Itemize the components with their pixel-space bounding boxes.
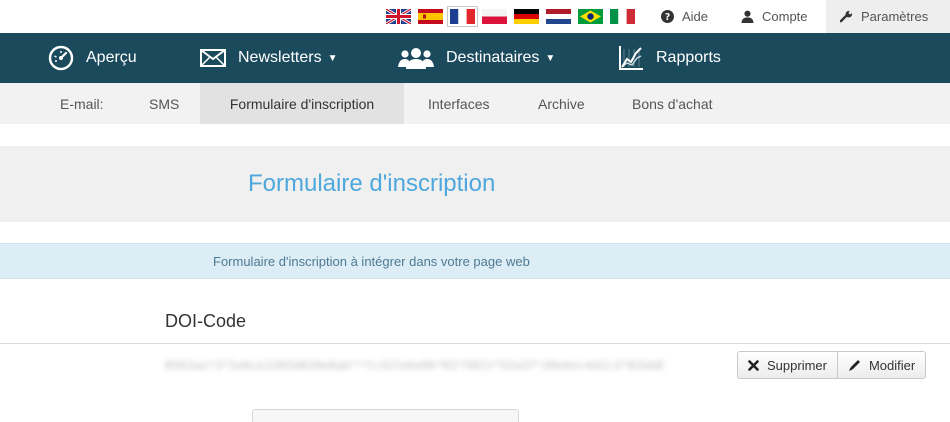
france-flag[interactable] <box>447 6 478 27</box>
help-label: Aide <box>682 9 709 24</box>
chevron-down-icon: ▼ <box>327 52 338 64</box>
brazil-flag[interactable] <box>578 9 603 24</box>
section-divider <box>0 343 950 344</box>
close-icon <box>748 359 759 371</box>
user-icon <box>741 10 754 23</box>
netherlands-flag[interactable] <box>546 9 571 24</box>
nav-rapports[interactable]: Rapports <box>618 33 721 83</box>
subnav-interfaces[interactable]: Interfaces <box>428 83 489 124</box>
pencil-icon <box>848 359 860 371</box>
edit-label: Modifier <box>868 357 916 373</box>
nav-newsletters[interactable]: Newsletters ▼ <box>200 33 337 83</box>
language-flags <box>386 6 635 27</box>
nav-rapports-label: Rapports <box>656 49 721 66</box>
dashboard-gauge-icon <box>48 45 74 71</box>
question-circle-icon: ? <box>661 10 674 23</box>
delete-label: Supprimer <box>767 357 827 373</box>
page-title-band: Formulaire d'inscription <box>0 146 950 222</box>
chevron-down-icon: ▼ <box>545 52 556 64</box>
info-banner: Formulaire d'inscription à intégrer dans… <box>0 243 950 279</box>
settings-subnav: E-mail: SMS Formulaire d'inscription Int… <box>0 83 950 124</box>
info-text: Formulaire d'inscription à intégrer dans… <box>213 254 530 269</box>
uk-flag[interactable] <box>386 9 411 24</box>
subnav-archive[interactable]: Archive <box>538 83 585 124</box>
settings-label: Paramètres <box>861 9 929 24</box>
settings-link[interactable]: Paramètres <box>826 0 950 33</box>
spain-flag[interactable] <box>418 9 443 24</box>
subnav-formulaire[interactable]: Formulaire d'inscription <box>200 83 404 124</box>
main-navigation: Aperçu Newsletters ▼ Destinataires ▼ Rap… <box>0 33 950 83</box>
doi-code-value: 8563ae*3*5e0ce3305d039e0ab**fc32fe6e06*8… <box>165 359 664 372</box>
svg-text:?: ? <box>665 12 670 23</box>
top-utility-bar: ? Aide Compte Paramètres <box>0 0 950 33</box>
users-group-icon <box>398 48 434 69</box>
nav-destinataires-label: Destinataires <box>446 49 540 66</box>
account-link[interactable]: Compte <box>741 0 808 33</box>
poland-flag[interactable] <box>482 9 507 24</box>
nav-newsletters-label: Newsletters <box>238 49 322 66</box>
subnav-bons-achat[interactable]: Bons d'achat <box>632 83 713 124</box>
line-chart-icon <box>619 46 643 70</box>
doi-actions: Supprimer Modifier <box>737 351 927 379</box>
form-preview-box <box>252 409 519 422</box>
envelope-icon <box>200 49 226 67</box>
nav-apercu-label: Aperçu <box>86 49 137 66</box>
subnav-email[interactable]: E-mail: <box>60 83 104 124</box>
doi-heading: DOI-Code <box>165 311 247 331</box>
edit-button[interactable]: Modifier <box>836 352 925 378</box>
account-label: Compte <box>762 9 808 24</box>
wrench-icon <box>840 10 853 23</box>
help-link[interactable]: ? Aide <box>661 0 708 33</box>
italy-flag[interactable] <box>610 9 635 24</box>
germany-flag[interactable] <box>514 9 539 24</box>
subnav-sms[interactable]: SMS <box>149 83 179 124</box>
page-title: Formulaire d'inscription <box>248 170 496 197</box>
nav-apercu[interactable]: Aperçu <box>48 33 137 83</box>
nav-destinataires[interactable]: Destinataires ▼ <box>398 33 555 83</box>
delete-button[interactable]: Supprimer <box>738 352 837 378</box>
